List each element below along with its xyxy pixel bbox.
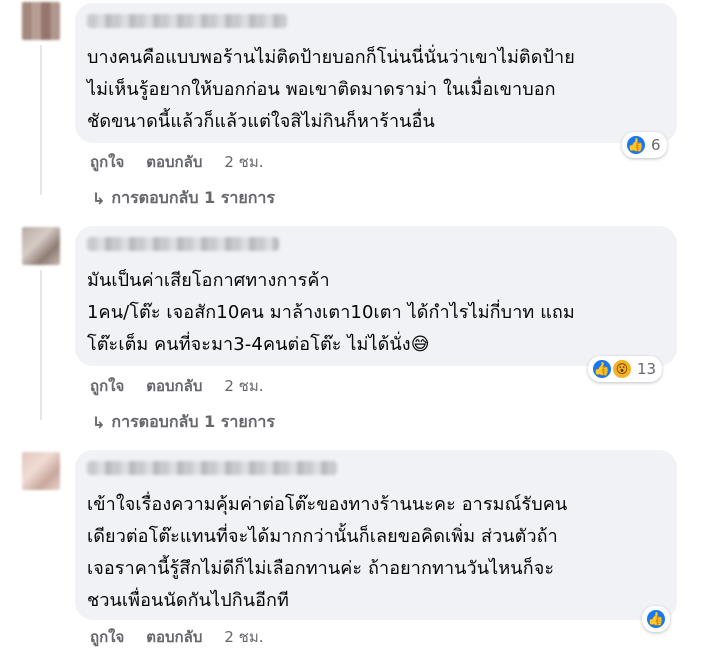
comment-text: เข้าใจเรื่องความคุ้มค่าต่อโต๊ะของทางร้าน… — [87, 494, 568, 611]
comment-actions: ถูกใจ ตอบกลับ 2 ชม. — [90, 625, 264, 649]
thumbs-up-icon: 👍 — [645, 608, 667, 630]
comment-bubble: เข้าใจเรื่องความคุ้มค่าต่อโต๊ะของทางร้าน… — [75, 450, 677, 620]
like-button[interactable]: ถูกใจ — [90, 374, 124, 398]
comment-text: มันเป็นค่าเสียโอกาศทางการค้า 1คน/โต๊ะ เจ… — [87, 270, 575, 355]
thread-line — [40, 45, 42, 195]
like-button[interactable]: ถูกใจ — [90, 150, 124, 174]
reply-arrow-icon: ↳ — [92, 413, 106, 432]
comment-timestamp[interactable]: 2 ชม. — [224, 374, 263, 398]
comment-actions: ถูกใจ ตอบกลับ 2 ชม. — [90, 374, 264, 398]
reaction-summary[interactable]: 👍 — [642, 606, 670, 632]
commenter-name-blurred[interactable] — [87, 14, 287, 28]
comment-timestamp[interactable]: 2 ชม. — [224, 625, 263, 649]
reaction-summary[interactable]: 👍 6 — [622, 132, 667, 158]
comment-text: บางคนคือแบบพอร้านไม่ติดป้ายบอกก็โน่นนี่น… — [87, 47, 575, 132]
commenter-avatar[interactable] — [22, 2, 60, 40]
view-replies-link[interactable]: ↳ การตอบกลับ 1 รายการ — [92, 410, 275, 435]
reaction-summary[interactable]: 👍 😮 13 — [588, 356, 663, 382]
view-replies-label: การตอบกลับ 1 รายการ — [111, 412, 275, 431]
comment-bubble: มันเป็นค่าเสียโอกาศทางการค้า 1คน/โต๊ะ เจ… — [75, 226, 677, 366]
like-button[interactable]: ถูกใจ — [90, 625, 124, 649]
reply-button[interactable]: ตอบกลับ — [146, 150, 202, 174]
reply-button[interactable]: ตอบกลับ — [146, 625, 202, 649]
view-replies-link[interactable]: ↳ การตอบกลับ 1 รายการ — [92, 186, 275, 211]
comment-actions: ถูกใจ ตอบกลับ 2 ชม. — [90, 150, 264, 174]
reply-arrow-icon: ↳ — [92, 189, 106, 208]
commenter-avatar[interactable] — [22, 227, 60, 265]
commenter-name-blurred[interactable] — [87, 237, 279, 251]
reaction-count: 6 — [651, 136, 661, 154]
commenter-avatar[interactable] — [22, 452, 60, 490]
thread-line — [40, 270, 42, 420]
thumbs-up-icon: 👍 — [625, 134, 647, 156]
reply-button[interactable]: ตอบกลับ — [146, 374, 202, 398]
wow-face-icon: 😮 — [611, 358, 633, 380]
reaction-count: 13 — [637, 360, 657, 378]
thumbs-up-icon: 👍 — [591, 358, 613, 380]
view-replies-label: การตอบกลับ 1 รายการ — [111, 188, 275, 207]
comment-timestamp[interactable]: 2 ชม. — [224, 150, 263, 174]
comment-bubble: บางคนคือแบบพอร้านไม่ติดป้ายบอกก็โน่นนี่น… — [75, 3, 677, 143]
commenter-name-blurred[interactable] — [87, 461, 337, 475]
